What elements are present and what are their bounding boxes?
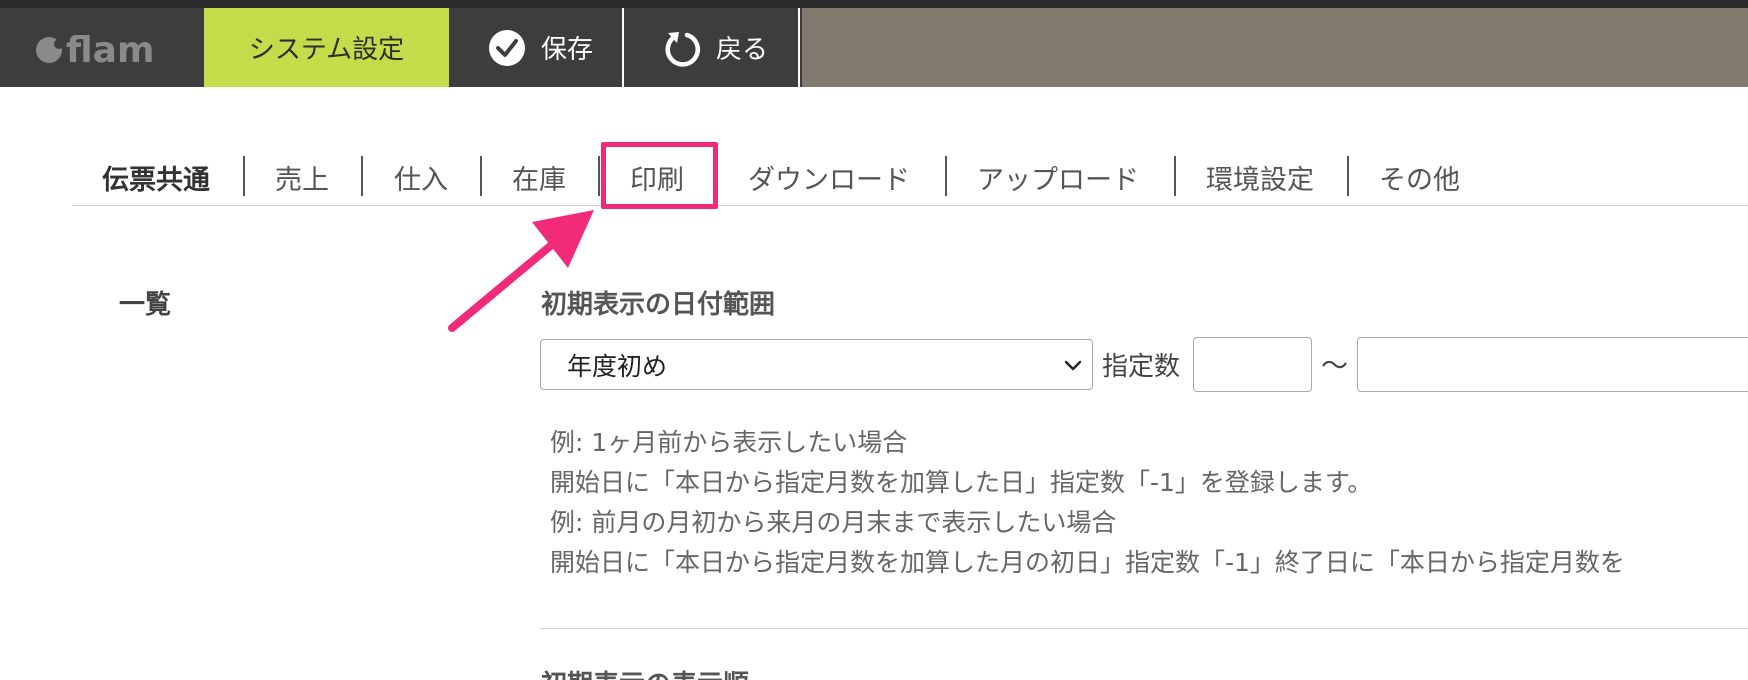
count-input[interactable] — [1193, 337, 1312, 392]
logo-text: flam — [66, 29, 155, 71]
top-bar: flam システム設定 保存 戻る — [0, 0, 1748, 87]
subnav-item-purchase[interactable]: 仕入 — [394, 158, 448, 198]
subnav-separator — [1174, 156, 1176, 196]
end-date-input[interactable] — [1357, 337, 1748, 392]
print-highlight-box — [601, 142, 718, 209]
subnav-separator — [243, 156, 245, 196]
chevron-down-icon — [1064, 360, 1082, 371]
subnav-separator — [598, 156, 600, 196]
subnav-separator — [480, 156, 482, 196]
back-button[interactable]: 戻る — [626, 8, 800, 87]
section-divider — [540, 628, 1748, 629]
section-title: 初期表示の日付範囲 — [541, 290, 776, 320]
header-filler — [802, 8, 1748, 87]
subnav-separator — [945, 156, 947, 196]
subnav-item-upload[interactable]: アップロード — [977, 158, 1139, 198]
help-text: 例: 1ヶ月前から表示したい場合 開始日に「本日から指定月数を加算した日」指定数… — [550, 423, 1625, 583]
top-stripe — [0, 0, 1748, 8]
back-label: 戻る — [716, 35, 769, 65]
help-line: 例: 前月の月初から来月の月末まで表示したい場合 — [550, 508, 1117, 537]
range-tilde: 〜 — [1321, 351, 1348, 382]
logo-mark-icon — [36, 37, 64, 63]
system-settings-tab[interactable]: システム設定 — [204, 8, 449, 87]
next-section-title: 初期表示の表示順 — [541, 664, 749, 680]
subnav-item-stock[interactable]: 在庫 — [512, 158, 566, 198]
subnav-separator — [361, 156, 363, 196]
date-range-select-value: 年度初め — [567, 351, 668, 381]
sidebar-title: 一覧 — [119, 290, 172, 320]
system-settings-label: システム設定 — [248, 35, 405, 65]
count-label: 指定数 — [1102, 352, 1181, 382]
help-line: 開始日に「本日から指定月数を加算した月の初日」指定数「-1」終了日に「本日から指… — [550, 548, 1625, 577]
subnav-item-environment[interactable]: 環境設定 — [1206, 158, 1314, 198]
subnav-item-sales[interactable]: 売上 — [275, 158, 329, 198]
subnav-separator — [1347, 156, 1349, 196]
subnav-item-common[interactable]: 伝票共通 — [102, 158, 210, 198]
rotate-back-icon — [662, 28, 702, 68]
settings-subnav: 伝票共通 売上 仕入 在庫 印刷 ダウンロード アップロード 環境設定 その他 — [72, 140, 1748, 206]
check-circle-icon — [487, 28, 527, 68]
save-button[interactable]: 保存 — [449, 8, 624, 87]
help-line: 開始日に「本日から指定月数を加算した日」指定数「-1」を登録します。 — [550, 468, 1373, 497]
subnav-item-download[interactable]: ダウンロード — [748, 158, 910, 198]
help-line: 例: 1ヶ月前から表示したい場合 — [550, 428, 908, 457]
app-logo[interactable]: flam — [36, 29, 155, 71]
subnav-item-other[interactable]: その他 — [1379, 158, 1460, 198]
save-label: 保存 — [541, 35, 594, 65]
date-range-select[interactable]: 年度初め — [540, 339, 1093, 390]
